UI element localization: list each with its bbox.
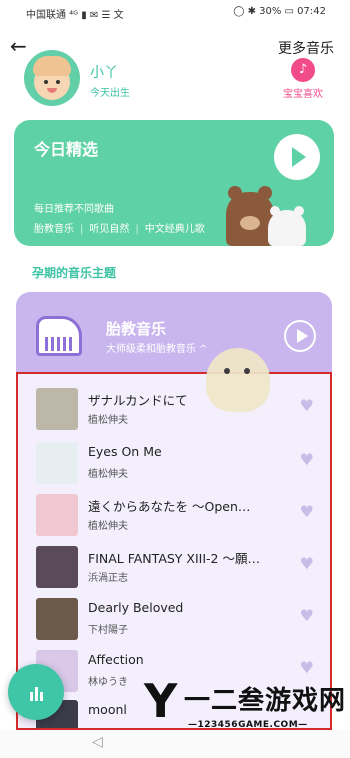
daily-tags: 胎教音乐 | 听见自然 | 中文经典儿歌 [34, 224, 205, 235]
play-icon [297, 329, 308, 343]
song-title: Dearly Beloved [88, 600, 184, 615]
album-thumb [36, 388, 78, 430]
song-row[interactable]: Dearly Beloved 下村陽子 ♥ [18, 594, 330, 646]
nav-back-icon[interactable]: ◁ [92, 734, 103, 750]
avatar[interactable] [24, 50, 80, 106]
song-artist: 下村陽子 [88, 625, 128, 636]
song-row[interactable]: 遠くからあなたを 〜Open… 植松伸夫 ♥ [18, 490, 330, 542]
song-artist: 植松伸夫 [88, 415, 128, 426]
song-artist: 植松伸夫 [88, 469, 128, 480]
album-thumb [36, 546, 78, 588]
song-artist: 浜渦正志 [88, 573, 128, 584]
favorite-heart-icon[interactable]: ♥ [300, 554, 314, 573]
play-icon [292, 147, 306, 167]
favorite-heart-icon[interactable]: ♥ [300, 606, 314, 625]
song-title: Eyes On Me [88, 444, 162, 459]
birth-label: 今天出生 [90, 88, 130, 99]
watermark-logo: Y [144, 674, 178, 728]
song-artist: 植松伸夫 [88, 521, 128, 532]
song-row[interactable]: ザナルカンドにて 植松伸夫 ♥ [18, 384, 330, 436]
status-bar: 中国联通 ⁴ᴳ ▮ ✉ ☰ 文 ◯ ✱ 30% ▭ 07:42 [0, 0, 350, 24]
baby-name: 小丫 [90, 65, 118, 81]
playlist-subtitle[interactable]: 大师级柔和胎教音乐 ^ [106, 340, 208, 355]
now-playing-button[interactable] [8, 664, 64, 720]
favorite-heart-icon[interactable]: ♥ [300, 450, 314, 469]
playlist-title: 胎教音乐 [106, 320, 167, 338]
mascot-overlay [206, 348, 270, 412]
baby-likes-button[interactable]: ♪ 宝宝喜欢 [276, 58, 330, 100]
back-arrow-icon[interactable]: ← [10, 34, 27, 58]
watermark-text: 一二叁游戏网 [184, 686, 347, 716]
tag: 听见自然 [89, 224, 130, 235]
tag: 胎教音乐 [34, 224, 74, 235]
watermark-url: —123456GAME.COM— [188, 720, 308, 730]
daily-play-button[interactable] [274, 134, 320, 180]
playlist-play-button[interactable] [284, 320, 316, 352]
favorite-heart-icon[interactable]: ♥ [300, 396, 314, 415]
more-music-link[interactable]: 更多音乐 [278, 38, 334, 58]
daily-title: 今日精选 [34, 140, 99, 159]
piano-icon [36, 316, 82, 356]
heart-music-icon: ♪ [291, 58, 315, 82]
daily-pick-card[interactable]: 今日精选 每日推荐不同歌曲 胎教音乐 | 听见自然 | 中文经典儿歌 [14, 120, 334, 246]
song-row[interactable]: Eyes On Me 植松伸夫 ♥ [18, 438, 330, 490]
watermark: Y 一二叁游戏网 —123456GAME.COM— [140, 672, 350, 758]
status-left: 中国联通 ⁴ᴳ ▮ ✉ ☰ 文 [26, 10, 124, 21]
song-title: FINAL FANTASY XIII-2 〜願… [88, 551, 260, 566]
daily-desc: 每日推荐不同歌曲 [34, 204, 114, 215]
playlist-header[interactable]: 胎教音乐 大师级柔和胎教音乐 ^ [16, 292, 332, 372]
song-title: Affection [88, 652, 144, 667]
baby-likes-label: 宝宝喜欢 [283, 89, 323, 100]
white-bear-illustration [268, 206, 306, 246]
song-artist: 林ゆうき [88, 677, 128, 688]
section-title: 孕期的音乐主题 [32, 266, 117, 280]
album-thumb [36, 598, 78, 640]
album-thumb [36, 494, 78, 536]
favorite-heart-icon[interactable]: ♥ [300, 502, 314, 521]
brown-bear-illustration [226, 186, 274, 246]
song-row[interactable]: FINAL FANTASY XIII-2 〜願… 浜渦正志 ♥ [18, 542, 330, 594]
tag: 中文经典儿歌 [144, 224, 205, 235]
album-thumb [36, 442, 78, 484]
status-right: ◯ ✱ 30% ▭ 07:42 [233, 6, 326, 17]
song-title: 遠くからあなたを 〜Open… [88, 499, 251, 514]
